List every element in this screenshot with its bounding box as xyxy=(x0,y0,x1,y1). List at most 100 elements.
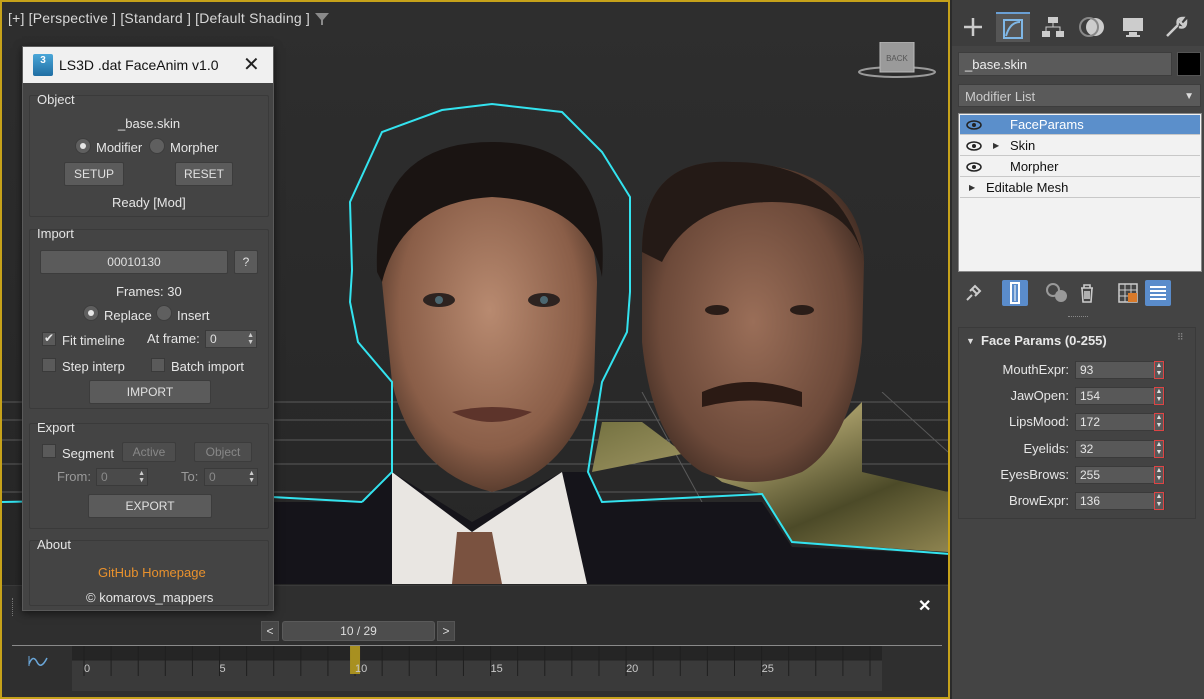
spinner-arrows-icon[interactable]: ▲ ▼ xyxy=(1154,466,1164,484)
batch-import-checkbox[interactable] xyxy=(151,358,165,372)
modifier-radio[interactable] xyxy=(75,138,91,154)
step-interp-label: Step interp xyxy=(62,359,125,374)
param-label: MouthExpr: xyxy=(1002,362,1069,377)
key-strip[interactable] xyxy=(72,646,882,660)
close-icon[interactable]: ✕ xyxy=(243,52,260,77)
replace-radio[interactable] xyxy=(83,305,99,321)
object-button[interactable]: Object xyxy=(194,442,252,462)
prev-frame-button[interactable]: < xyxy=(261,621,279,641)
to-spinner[interactable]: 0 ▲ ▼ xyxy=(204,468,258,486)
github-link[interactable]: GitHub Homepage xyxy=(98,565,206,580)
frame-ruler[interactable]: 0 5 10 15 20 25 xyxy=(72,646,882,691)
spinner-arrows-icon[interactable]: ▲ ▼ xyxy=(1154,413,1164,431)
command-panel-tabs xyxy=(952,0,1204,46)
at-frame-label: At frame: xyxy=(147,331,200,346)
stack-item-faceparams[interactable]: FaceParams xyxy=(960,115,1200,135)
param-value: 154 xyxy=(1080,389,1101,403)
eye-icon[interactable] xyxy=(966,162,982,172)
spinner-arrows-icon[interactable]: ▲ ▼ xyxy=(1154,440,1164,458)
morpher-radio[interactable] xyxy=(149,138,165,154)
param-label: BrowExpr: xyxy=(1009,493,1069,508)
segment-checkbox[interactable] xyxy=(42,444,56,458)
ruler-label: 5 xyxy=(220,663,226,675)
fit-timeline-checkbox[interactable] xyxy=(42,331,56,346)
eye-icon[interactable] xyxy=(966,141,982,151)
list-view-icon[interactable] xyxy=(1145,280,1171,306)
make-unique-icon[interactable] xyxy=(1044,280,1070,306)
at-frame-spinner[interactable]: 0 ▲ ▼ xyxy=(205,330,257,348)
spinner-arrows-icon[interactable]: ▲ ▼ xyxy=(1154,492,1164,510)
curve-editor-icon[interactable] xyxy=(28,654,48,668)
time-slider[interactable]: 10 / 29 xyxy=(282,621,435,641)
viewcube[interactable]: BACK xyxy=(858,41,936,82)
help-button[interactable]: ? xyxy=(234,250,258,274)
spinner-arrows-icon[interactable]: ▲ ▼ xyxy=(138,470,145,484)
object-group-title: Object xyxy=(37,92,75,107)
insert-radio[interactable] xyxy=(156,305,172,321)
modifier-radio-label: Modifier xyxy=(96,140,143,155)
stack-item-skin[interactable]: ▶ Skin xyxy=(960,136,1200,156)
display-icon[interactable] xyxy=(1116,12,1150,42)
eye-icon[interactable] xyxy=(966,120,982,130)
track-bar[interactable]: 0 5 10 15 20 25 xyxy=(72,646,882,691)
reset-button[interactable]: RESET xyxy=(175,162,233,186)
stack-item-label: Skin xyxy=(1010,138,1036,153)
export-button[interactable]: EXPORT xyxy=(88,494,212,518)
param-label: EyesBrows: xyxy=(1000,467,1069,482)
collapse-triangle-icon[interactable]: ▼ xyxy=(966,336,975,346)
param-value: 93 xyxy=(1080,363,1094,377)
pin-stack-icon[interactable] xyxy=(960,280,986,306)
active-button[interactable]: Active xyxy=(122,442,176,462)
viewport-label[interactable]: [+] [Perspective ] [Standard ] [Default … xyxy=(8,10,310,26)
spinner-arrows-icon[interactable]: ▲ ▼ xyxy=(1154,361,1164,379)
dialog-titlebar[interactable]: 3 LS3D .dat FaceAnim v1.0 ✕ xyxy=(23,47,273,83)
show-end-result-icon[interactable] xyxy=(1002,280,1028,306)
from-label: From: xyxy=(57,469,91,484)
setup-button[interactable]: SETUP xyxy=(64,162,124,186)
import-button[interactable]: IMPORT xyxy=(89,380,211,404)
drag-handle-icon[interactable]: ⠿ xyxy=(1177,332,1184,343)
to-label: To: xyxy=(181,469,199,484)
eyesbrows-spinner[interactable]: 255 ▲ ▼ xyxy=(1075,466,1165,484)
to-value: 0 xyxy=(209,470,216,484)
jawopen-spinner[interactable]: 154 ▲ ▼ xyxy=(1075,387,1165,405)
next-frame-button[interactable]: > xyxy=(437,621,455,641)
close-icon[interactable]: ✕ xyxy=(918,596,931,616)
object-name-field[interactable]: _base.skin xyxy=(958,52,1172,76)
expand-triangle-icon[interactable]: ▶ xyxy=(993,136,999,156)
create-icon[interactable] xyxy=(956,12,990,42)
lipsmood-spinner[interactable]: 172 ▲ ▼ xyxy=(1075,413,1165,431)
mouthexpr-spinner[interactable]: 93 ▲ ▼ xyxy=(1075,361,1165,379)
step-interp-checkbox[interactable] xyxy=(42,358,56,372)
eyelids-spinner[interactable]: 32 ▲ ▼ xyxy=(1075,440,1165,458)
import-file-button[interactable]: 00010130 xyxy=(40,250,228,274)
ruler-label: 20 xyxy=(626,663,638,675)
spinner-arrows-icon[interactable]: ▲ ▼ xyxy=(248,470,255,484)
spinner-arrows-icon[interactable]: ▲ ▼ xyxy=(247,332,254,346)
modify-icon[interactable] xyxy=(996,12,1030,42)
object-color-swatch[interactable] xyxy=(1177,52,1201,76)
stack-item-editable-mesh[interactable]: ▶ Editable Mesh xyxy=(960,178,1200,198)
trash-icon[interactable] xyxy=(1074,280,1100,306)
timeline-grip[interactable] xyxy=(12,598,15,616)
configure-sets-icon[interactable] xyxy=(1115,280,1141,306)
expand-triangle-icon[interactable]: ▶ xyxy=(969,178,975,198)
chevron-down-icon: ▼ xyxy=(1184,91,1194,102)
stack-item-label: Morpher xyxy=(1010,159,1059,174)
about-group-title: About xyxy=(37,537,71,552)
rollout-title[interactable]: Face Params (0-255) xyxy=(981,333,1107,348)
motion-icon[interactable] xyxy=(1076,12,1110,42)
param-value: 136 xyxy=(1080,494,1101,508)
browexpr-spinner[interactable]: 136 ▲ ▼ xyxy=(1075,492,1165,510)
from-value: 0 xyxy=(101,470,108,484)
filter-icon[interactable] xyxy=(314,11,330,27)
param-value: 172 xyxy=(1080,415,1101,429)
spinner-arrows-icon[interactable]: ▲ ▼ xyxy=(1154,387,1164,405)
hierarchy-icon[interactable] xyxy=(1036,12,1070,42)
stack-item-morpher[interactable]: Morpher xyxy=(960,157,1200,177)
rollout-grip[interactable] xyxy=(1068,316,1088,319)
from-spinner[interactable]: 0 ▲ ▼ xyxy=(96,468,148,486)
param-label: LipsMood: xyxy=(1009,414,1069,429)
utilities-icon[interactable] xyxy=(1158,12,1192,42)
modifier-list-dropdown[interactable]: Modifier List ▼ xyxy=(958,84,1201,107)
